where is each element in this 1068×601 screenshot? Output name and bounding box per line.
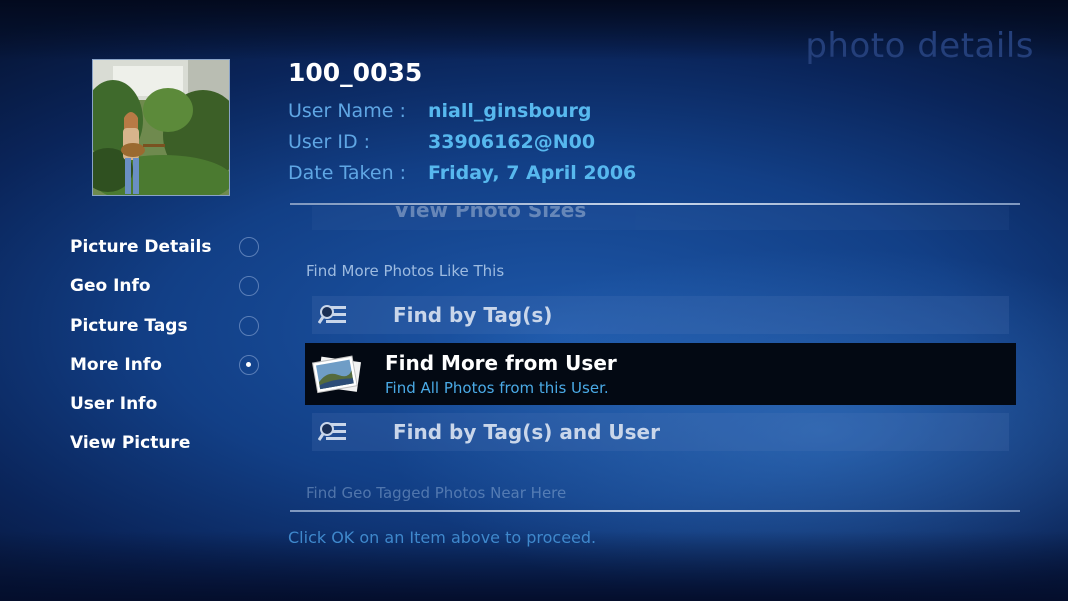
sidebar-item-label: Picture Tags	[70, 316, 188, 336]
list-item-view-photo-sizes[interactable]: View Photo Sizes	[312, 206, 1009, 230]
meta-label: User Name :	[288, 100, 406, 122]
list-item-find-by-tags[interactable]: Find by Tag(s)	[312, 296, 1009, 334]
list-item-label: Find by Tag(s)	[393, 303, 553, 327]
sidebar-item-user-info[interactable]: User Info	[70, 391, 270, 421]
sidebar-item-label: View Picture	[70, 433, 191, 453]
photo-thumbnail	[92, 59, 230, 196]
list-item-label: View Photo Sizes	[394, 206, 587, 222]
action-list[interactable]: View Photo Sizes Find More Photos Like T…	[290, 206, 1020, 509]
page-title: photo details	[805, 26, 1034, 66]
radio-selected-icon	[239, 355, 259, 375]
radio-empty-icon	[239, 316, 259, 336]
sidebar-item-geo-info[interactable]: Geo Info	[70, 273, 270, 303]
sidebar-item-picture-details[interactable]: Picture Details	[70, 234, 270, 264]
list-item-label: Find by Tag(s) and User	[393, 420, 660, 444]
sidebar-item-picture-tags[interactable]: Picture Tags	[70, 313, 270, 343]
photo-title: 100_0035	[288, 58, 423, 87]
footer-hint: Click OK on an Item above to proceed.	[288, 528, 597, 547]
meta-label: Date Taken :	[288, 162, 407, 184]
sidebar-item-label: Picture Details	[70, 237, 212, 257]
list-item-label: Find More from User	[385, 351, 617, 375]
tag-search-icon	[317, 303, 348, 331]
list-bottom-divider	[290, 510, 1020, 512]
radio-empty-icon	[239, 276, 259, 296]
list-item-subtitle: Find All Photos from this User.	[385, 379, 609, 397]
radio-empty-icon	[239, 237, 259, 257]
list-item-find-by-tags-and-user[interactable]: Find by Tag(s) and User	[312, 413, 1009, 451]
section-label-geo: Find Geo Tagged Photos Near Here	[306, 484, 567, 502]
meta-value: 33906162@N00	[428, 131, 596, 153]
sidebar-item-label: Geo Info	[70, 276, 151, 296]
list-item-find-more-from-user[interactable]: Find More from User Find All Photos from…	[305, 343, 1016, 405]
list-top-divider	[290, 203, 1020, 205]
section-label: Find More Photos Like This	[306, 262, 505, 280]
meta-label: User ID :	[288, 131, 371, 153]
photo-stack-icon	[311, 353, 363, 401]
sidebar-item-label: More Info	[70, 355, 162, 375]
radio-dot	[246, 362, 251, 367]
sidebar-item-view-picture[interactable]: View Picture	[70, 430, 270, 460]
meta-value: niall_ginsbourg	[428, 100, 592, 122]
sidebar-item-label: User Info	[70, 394, 158, 414]
tag-search-icon	[317, 420, 348, 448]
sidebar-item-more-info[interactable]: More Info	[70, 352, 270, 382]
meta-value: Friday, 7 April 2006	[428, 162, 637, 184]
